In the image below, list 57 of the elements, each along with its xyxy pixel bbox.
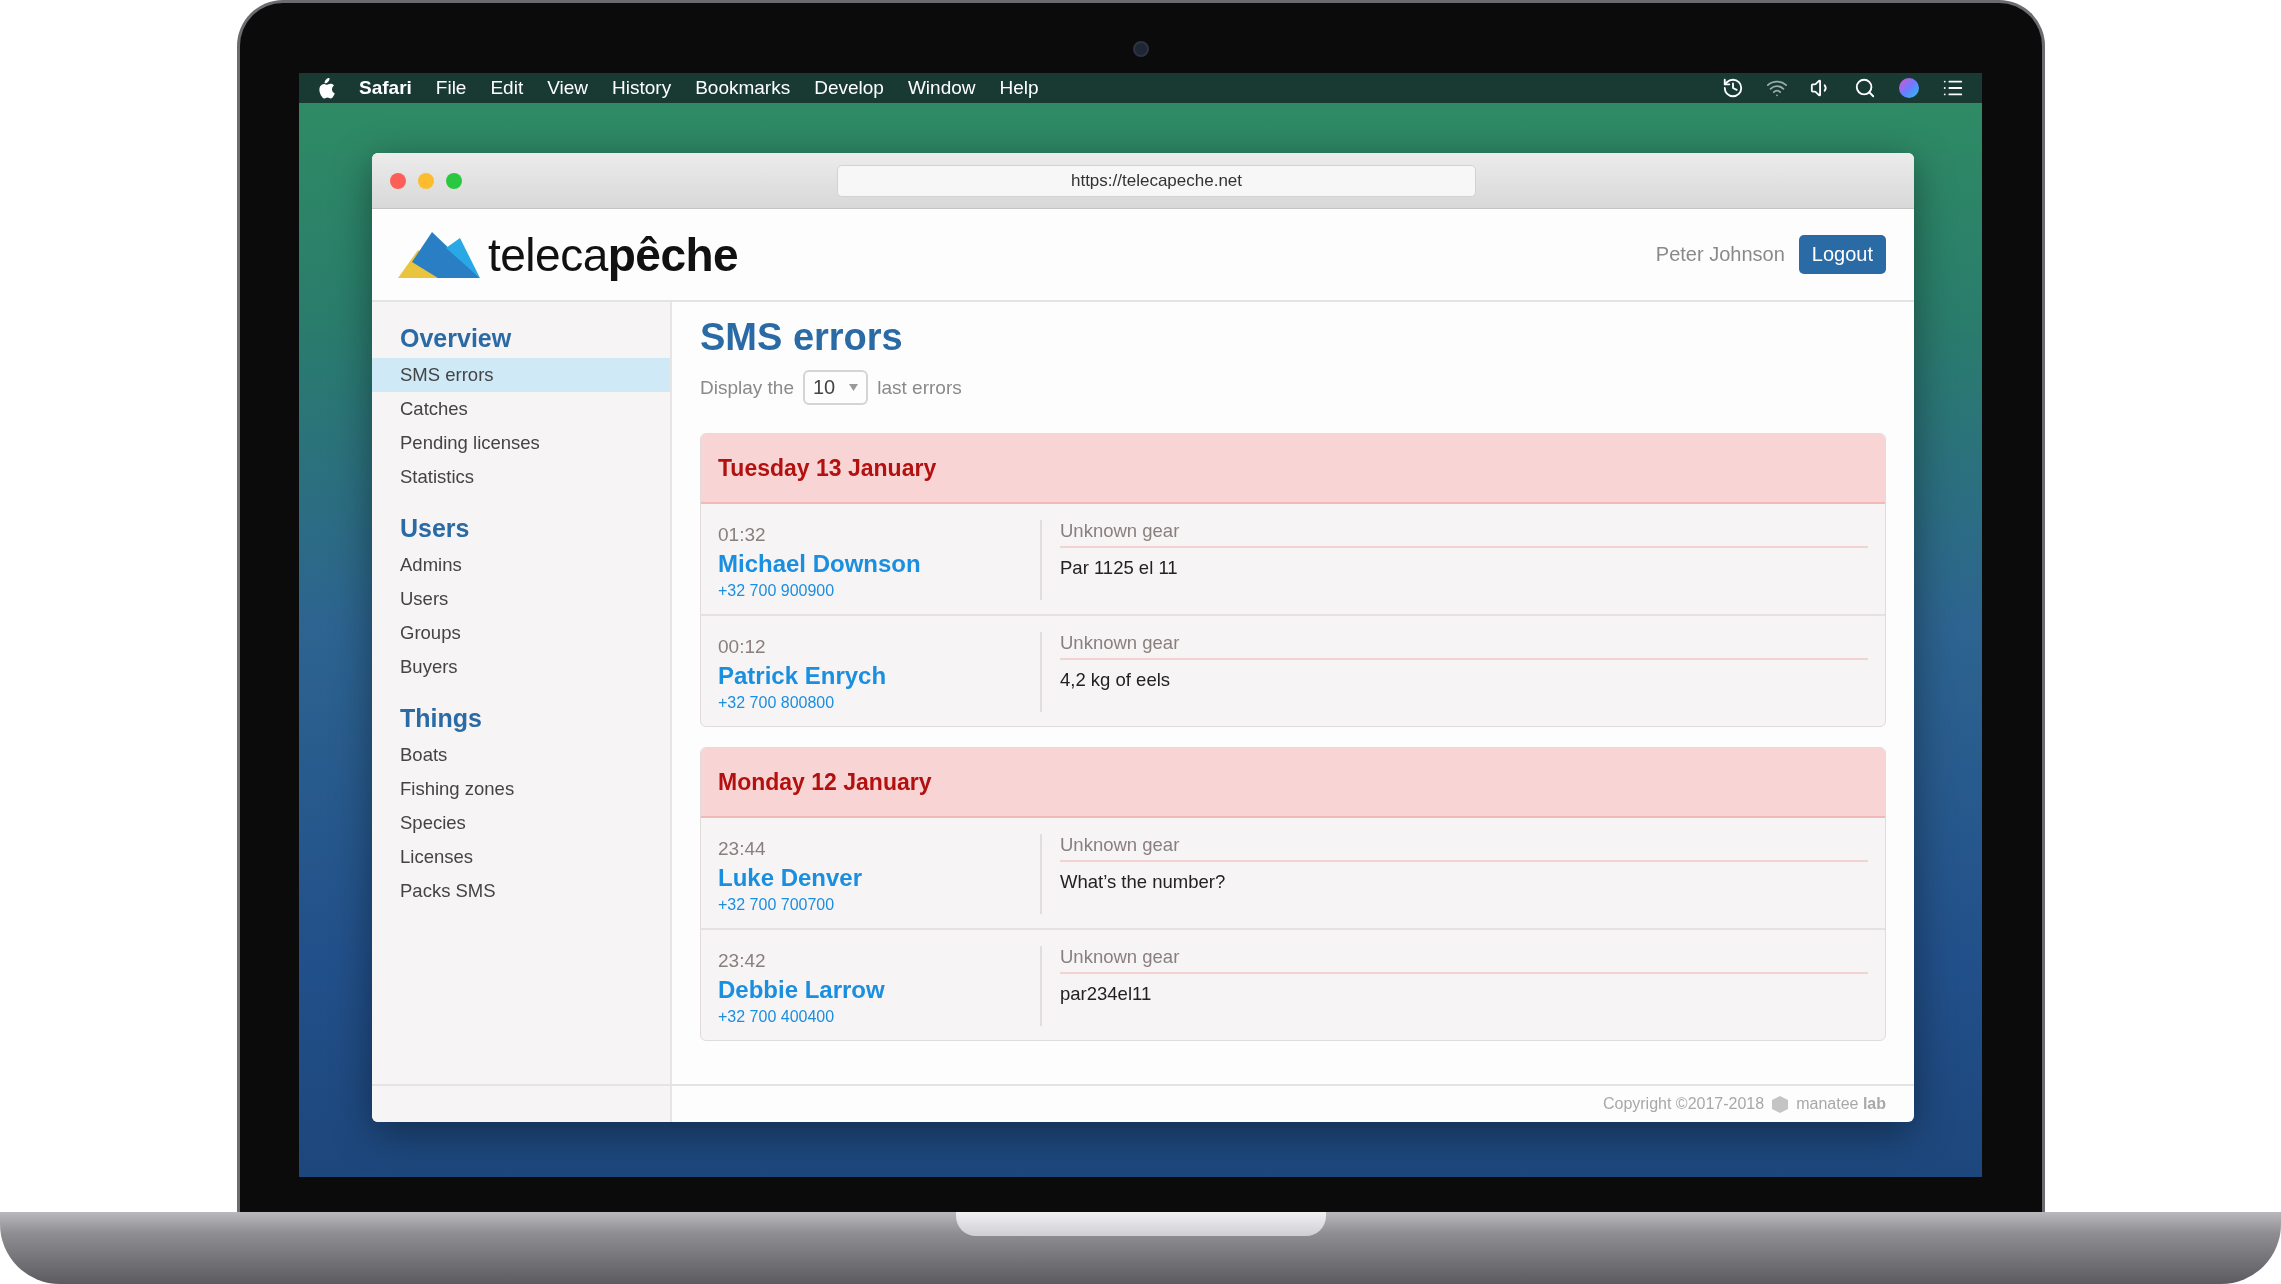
- copyright-text: Copyright ©2017-2018: [1602, 1095, 1765, 1113]
- sms-message: 4,2 kg of eels: [1060, 669, 1172, 691]
- menu-item[interactable]: History: [612, 77, 672, 99]
- camera-icon: [1132, 41, 1149, 57]
- error-type: Unknown gear: [1060, 946, 1868, 974]
- sidebar-item[interactable]: Groups: [372, 616, 670, 650]
- menu-item[interactable]: Develop: [814, 77, 884, 99]
- error-time: 23:44: [718, 838, 767, 860]
- menu-item[interactable]: Help: [999, 77, 1039, 99]
- brand-text: manatee lab: [1796, 1095, 1886, 1113]
- error-time: 00:12: [718, 636, 767, 658]
- menu-item[interactable]: Bookmarks: [695, 77, 791, 99]
- sms-message: What’s the number?: [1060, 871, 1227, 893]
- sidebar-item[interactable]: Admins: [372, 548, 670, 582]
- filter-label: Display the: [700, 376, 794, 399]
- error-time: 23:42: [718, 950, 767, 972]
- mountain-logo-icon: [398, 231, 480, 278]
- day-heading: Monday 12 January: [701, 748, 1885, 818]
- search-icon[interactable]: [1854, 77, 1876, 99]
- history-icon[interactable]: [1722, 77, 1744, 99]
- sidebar-item[interactable]: Packs SMS: [372, 874, 670, 908]
- user-name: Peter Johnson: [1655, 243, 1785, 266]
- error-type: Unknown gear: [1060, 834, 1868, 862]
- logo-text: telecapêche: [488, 227, 739, 282]
- sidebar-item[interactable]: Catches: [372, 392, 670, 426]
- sidebar-item[interactable]: Fishing zones: [372, 772, 670, 806]
- menu-item[interactable]: Window: [907, 77, 976, 99]
- sidebar-item[interactable]: Users: [372, 582, 670, 616]
- sidebar-item[interactable]: SMS errors: [372, 358, 670, 392]
- error-type: Unknown gear: [1060, 520, 1868, 548]
- day-heading: Tuesday 13 January: [701, 434, 1885, 504]
- sidebar-item[interactable]: Statistics: [372, 460, 670, 494]
- error-time: 01:32: [718, 524, 767, 546]
- sms-message: par234el11: [1060, 983, 1153, 1005]
- address-field[interactable]: https://telecapeche.net: [837, 165, 1476, 197]
- menu-item[interactable]: View: [547, 77, 589, 99]
- section-heading: Users: [399, 512, 471, 544]
- menu-item[interactable]: File: [435, 77, 467, 99]
- siri-icon[interactable]: [1898, 77, 1920, 99]
- page-title: SMS errors: [700, 316, 904, 360]
- caret-icon: [849, 384, 859, 391]
- logout-button[interactable]: Logout: [1798, 235, 1886, 274]
- sidebar-item[interactable]: Species: [372, 806, 670, 840]
- apple-icon[interactable]: [317, 77, 335, 99]
- count-select[interactable]: 10: [803, 370, 869, 405]
- filter-label: last errors: [877, 376, 962, 399]
- cube-logo-icon: [1772, 1095, 1789, 1113]
- menu-item[interactable]: Edit: [490, 77, 524, 99]
- sidebar-item[interactable]: Buyers: [372, 650, 670, 684]
- sidebar-item[interactable]: Licenses: [372, 840, 670, 874]
- sidebar-item[interactable]: Pending licenses: [372, 426, 670, 460]
- menu-item[interactable]: Safari: [359, 77, 412, 99]
- sms-message: Par 1125 el 11: [1060, 557, 1179, 579]
- section-heading: Things: [399, 702, 483, 734]
- error-type: Unknown gear: [1060, 632, 1868, 660]
- section-heading: Overview: [399, 322, 513, 354]
- sidebar-item[interactable]: Boats: [372, 738, 670, 772]
